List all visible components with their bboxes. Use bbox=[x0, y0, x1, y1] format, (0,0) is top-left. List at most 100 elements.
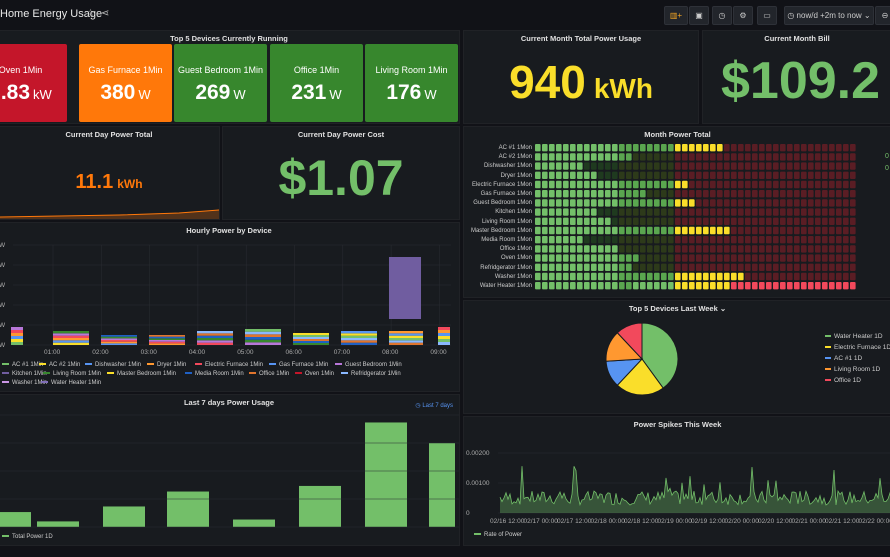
heatmap-cell bbox=[549, 272, 555, 281]
heatmap-cell bbox=[584, 282, 590, 290]
legend-item[interactable]: Total Power 1D bbox=[2, 534, 53, 540]
heatmap-cell bbox=[535, 180, 541, 189]
device-tile[interactable]: Oven 1Min 3.83kW bbox=[0, 44, 67, 122]
heatmap-cell bbox=[794, 226, 800, 235]
device-value: 380 W bbox=[79, 81, 172, 105]
heatmap-cell bbox=[710, 162, 716, 170]
heatmap-cell bbox=[661, 153, 667, 161]
heatmap-row-label: Water Heater 1Mon bbox=[479, 283, 532, 289]
heatmap-cell bbox=[591, 282, 597, 290]
heatmap-row-label: Refridgerator 1Mon bbox=[480, 264, 532, 271]
time-picker[interactable]: ◷ now/d +2m to now ⌄ bbox=[784, 6, 874, 25]
legend-label: Dishwasher 1Min bbox=[95, 362, 142, 368]
unit-text: W bbox=[138, 87, 151, 102]
heatmap-cell bbox=[591, 254, 597, 262]
heatmap-cell bbox=[710, 245, 716, 253]
star-icon[interactable]: ☆ bbox=[86, 8, 95, 19]
legend-item[interactable]: Office 1D bbox=[825, 377, 861, 384]
zoom-out-icon[interactable]: ⊖ bbox=[875, 6, 890, 25]
bar bbox=[299, 485, 341, 527]
heatmap-cell bbox=[724, 190, 730, 198]
heatmap-row-label: Media Room 1Mon bbox=[481, 237, 532, 243]
month-bill-value: $109.2 bbox=[721, 52, 881, 110]
device-tile[interactable]: Gas Furnace 1Min 380 W bbox=[79, 44, 172, 122]
bar-segment bbox=[53, 342, 89, 345]
heatmap-cell bbox=[703, 153, 709, 161]
heatmap-cell bbox=[850, 254, 856, 262]
heatmap-cell bbox=[752, 217, 758, 225]
legend-item[interactable]: Living Room 1D bbox=[825, 366, 880, 373]
legend-item[interactable]: Electric Furnace 1Min bbox=[195, 362, 263, 368]
heatmap-cell bbox=[563, 272, 569, 281]
legend-item[interactable]: Media Room 1Min bbox=[185, 371, 244, 377]
heatmap-cell bbox=[647, 199, 653, 207]
add-panel-button[interactable]: ▥+ bbox=[664, 6, 688, 25]
heatmap-cell bbox=[745, 144, 751, 152]
legend-item[interactable]: Living Room 1Min bbox=[43, 371, 101, 377]
legend-item[interactable]: Gas Furnace 1Min bbox=[269, 362, 328, 368]
heatmap-cell bbox=[731, 171, 737, 179]
legend-item[interactable]: Office 1Min bbox=[249, 371, 289, 377]
time-range-link[interactable]: ◷ Last 7 days bbox=[415, 402, 453, 409]
legend-item[interactable]: Water Heater 1Min bbox=[41, 380, 101, 386]
heatmap-cell bbox=[668, 282, 674, 290]
legend-item[interactable]: Kitchen 1Min bbox=[2, 371, 47, 377]
heatmap-cell bbox=[836, 199, 842, 207]
legend-item[interactable]: Dishwasher 1Min bbox=[85, 362, 141, 368]
heatmap-cell bbox=[577, 282, 583, 290]
heatmap-cell bbox=[822, 208, 828, 216]
heatmap-cell bbox=[703, 217, 709, 225]
legend-item[interactable]: Master Bedroom 1Min bbox=[107, 371, 176, 377]
legend-label: Water Heater 1Min bbox=[51, 380, 102, 386]
heatmap-cell bbox=[682, 282, 688, 290]
bar-segment bbox=[53, 338, 89, 341]
legend-item[interactable]: AC #1 1D bbox=[825, 355, 862, 362]
save-button[interactable]: ▣ bbox=[689, 6, 709, 25]
tv-mode-icon[interactable]: ▭ bbox=[757, 6, 777, 25]
heatmap-cell bbox=[703, 180, 709, 189]
heatmap-cell bbox=[682, 162, 688, 170]
heatmap-cell bbox=[535, 245, 541, 253]
month-total-value: 940 kWh bbox=[464, 55, 698, 109]
device-tile[interactable]: Office 1Min 231 W bbox=[270, 44, 363, 122]
device-tile[interactable]: Living Room 1Min 176 W bbox=[365, 44, 458, 122]
heatmap-cell bbox=[661, 282, 667, 290]
heatmap-cell bbox=[605, 144, 611, 152]
heatmap-cell bbox=[619, 236, 625, 244]
heatmap-cell bbox=[605, 180, 611, 189]
legend-item[interactable]: Refridgerator 1Min bbox=[341, 371, 401, 377]
legend-item[interactable]: Electric Furnace 1D bbox=[825, 344, 890, 351]
legend-item[interactable]: Water Heater 1D bbox=[825, 333, 883, 340]
legend-item[interactable]: AC #1 1Min bbox=[2, 362, 43, 368]
legend-item[interactable]: Oven 1Min bbox=[295, 371, 334, 377]
heatmap-cell bbox=[591, 153, 597, 161]
heatmap-cell bbox=[682, 208, 688, 216]
heatmap-cell bbox=[626, 190, 632, 198]
heatmap-cell bbox=[661, 254, 667, 262]
legend-item[interactable]: Rate of Power bbox=[474, 532, 522, 538]
x-tick-label: 09:00 bbox=[430, 349, 447, 356]
heatmap-cell bbox=[780, 190, 786, 198]
panel-title[interactable]: Top 5 Devices Last Week ⌄ bbox=[464, 304, 890, 313]
legend-item[interactable]: Dryer 1Min bbox=[147, 362, 186, 368]
link-label: Last 7 days bbox=[422, 403, 453, 409]
history-icon[interactable]: ◷ bbox=[712, 6, 732, 25]
heatmap-cell bbox=[640, 180, 646, 189]
legend-item[interactable]: Guest Bedroom 1Min bbox=[335, 362, 402, 368]
share-icon[interactable]: ⋖ bbox=[101, 8, 109, 19]
heatmap-cell bbox=[808, 162, 814, 170]
settings-icon[interactable]: ⚙ bbox=[733, 6, 753, 25]
heatmap-cell bbox=[682, 153, 688, 161]
heatmap-cell bbox=[822, 226, 828, 235]
heatmap-cell bbox=[745, 217, 751, 225]
heatmap-cell bbox=[738, 282, 744, 290]
heatmap-cell bbox=[626, 236, 632, 244]
heatmap-cell bbox=[731, 263, 737, 271]
heatmap-cell bbox=[717, 226, 723, 235]
heatmap-cell bbox=[640, 162, 646, 170]
device-tile[interactable]: Guest Bedroom 1Min 269 W bbox=[174, 44, 267, 122]
heatmap-cell bbox=[556, 208, 562, 216]
heatmap-cell bbox=[535, 254, 541, 262]
heatmap-cell bbox=[808, 180, 814, 189]
legend-item[interactable]: AC #2 1Min bbox=[39, 362, 80, 368]
